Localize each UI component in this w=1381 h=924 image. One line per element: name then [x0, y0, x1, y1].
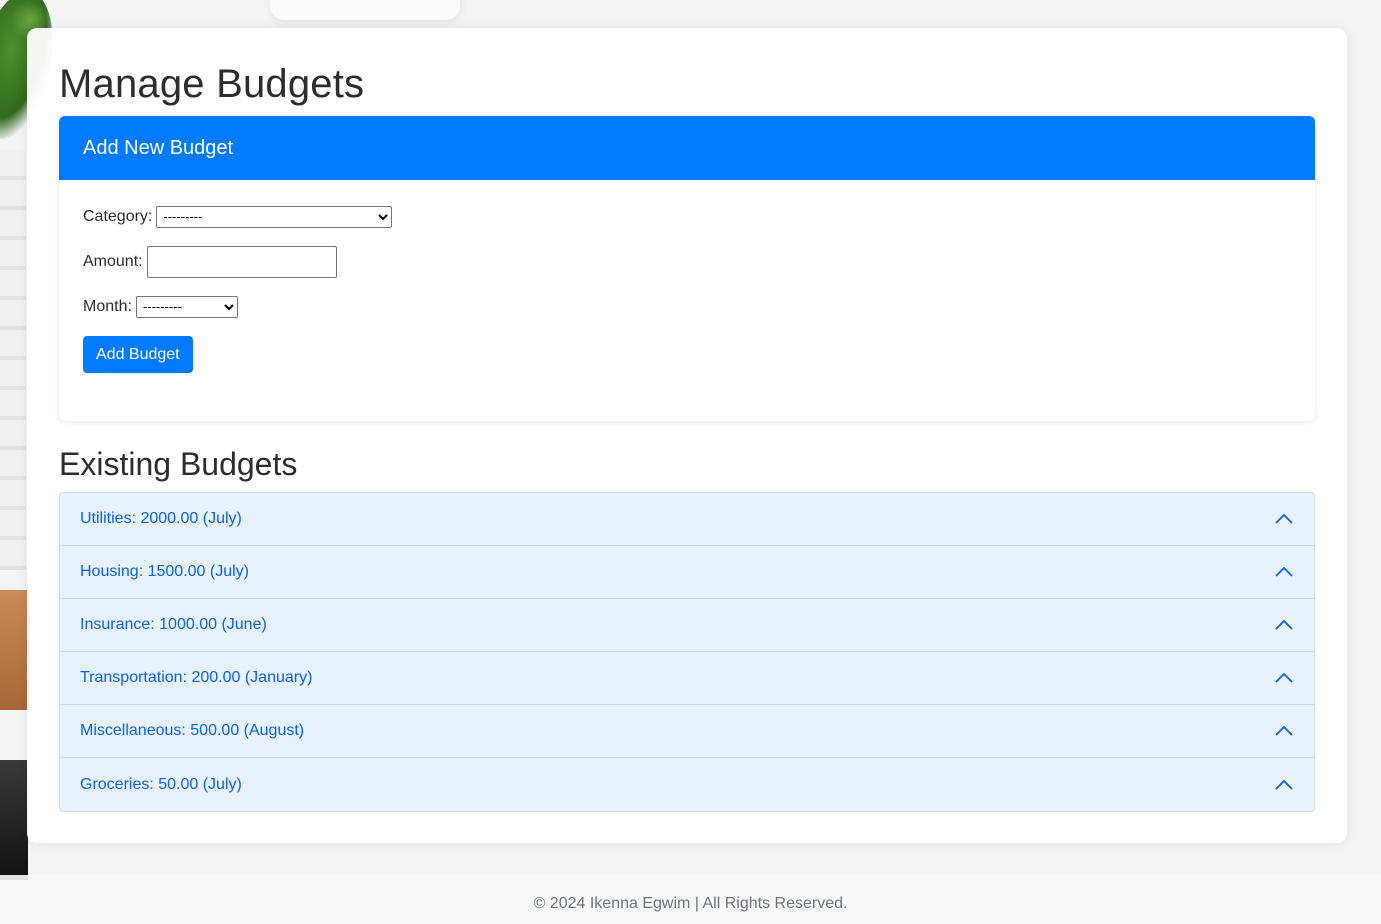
amount-field-row: Amount: — [83, 246, 337, 278]
wood-decoration — [0, 590, 30, 710]
add-budget-card-header: Add New Budget — [59, 116, 1315, 180]
amount-label: Amount: — [83, 253, 143, 270]
budget-item-label: Insurance: 1000.00 (June) — [80, 616, 267, 633]
budget-item[interactable]: Transportation: 200.00 (January) — [60, 652, 1314, 705]
chevron-up-icon[interactable] — [1274, 615, 1294, 635]
budget-item-label: Utilities: 2000.00 (July) — [80, 510, 242, 527]
chevron-up-icon[interactable] — [1274, 775, 1294, 795]
budget-item-label: Housing: 1500.00 (July) — [80, 563, 249, 580]
month-label: Month: — [83, 298, 132, 315]
keyboard-decoration — [0, 150, 26, 570]
add-budget-button[interactable]: Add Budget — [83, 336, 193, 373]
chevron-up-icon[interactable] — [1274, 668, 1294, 688]
page-footer: © 2024 Ikenna Egwim | All Rights Reserve… — [0, 875, 1381, 924]
desk-object-decoration — [270, 0, 460, 20]
device-decoration — [0, 760, 28, 880]
existing-budgets-title: Existing Budgets — [59, 446, 298, 482]
budget-item[interactable]: Insurance: 1000.00 (June) — [60, 599, 1314, 652]
budget-item[interactable]: Housing: 1500.00 (July) — [60, 546, 1314, 599]
add-budget-card-title: Add New Budget — [83, 136, 234, 159]
amount-input[interactable] — [146, 246, 337, 278]
main-container: Manage Budgets Add New Budget Category: … — [27, 28, 1347, 843]
budget-item[interactable]: Groceries: 50.00 (July) — [60, 758, 1314, 811]
page-title: Manage Budgets — [59, 62, 365, 106]
budgets-accordion: Utilities: 2000.00 (July) Housing: 1500.… — [59, 492, 1315, 812]
chevron-up-icon[interactable] — [1274, 562, 1294, 582]
category-field-row: Category: --------- — [83, 206, 393, 228]
category-select[interactable]: --------- — [156, 206, 393, 228]
budget-item-label: Transportation: 200.00 (January) — [80, 669, 313, 686]
budget-item[interactable]: Utilities: 2000.00 (July) — [60, 493, 1314, 546]
footer-copyright: © 2024 Ikenna Egwim | All Rights Reserve… — [533, 894, 848, 912]
add-budget-card: Add New Budget Category: --------- Amoun… — [59, 116, 1315, 421]
month-field-row: Month: --------- — [83, 296, 238, 318]
chevron-up-icon[interactable] — [1274, 721, 1294, 741]
chevron-up-icon[interactable] — [1274, 509, 1294, 529]
month-select[interactable]: --------- — [135, 296, 238, 318]
category-label: Category: — [83, 208, 153, 225]
budget-item-label: Groceries: 50.00 (July) — [80, 775, 242, 793]
budget-item[interactable]: Miscellaneous: 500.00 (August) — [60, 705, 1314, 758]
budget-item-label: Miscellaneous: 500.00 (August) — [80, 722, 305, 739]
